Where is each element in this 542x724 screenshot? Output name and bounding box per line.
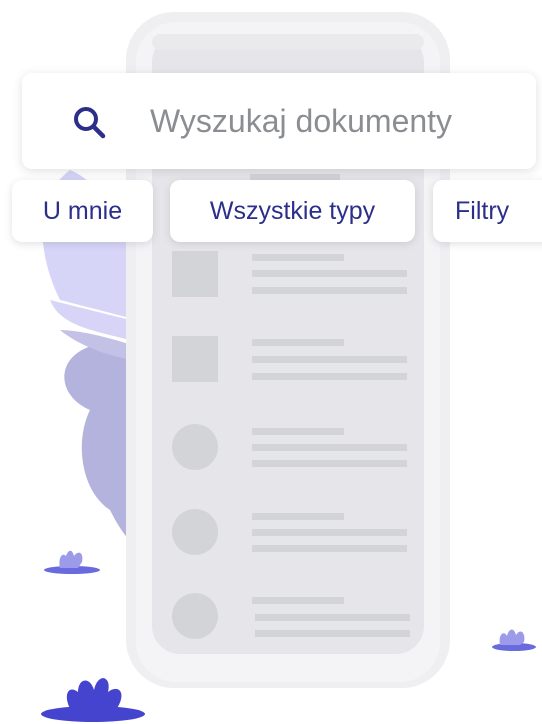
placeholder-thumbnail: [172, 336, 218, 382]
chip-filters-label: Filtry: [455, 196, 510, 225]
placeholder-line: [252, 339, 344, 346]
placeholder-line: [255, 614, 410, 621]
placeholder-avatar: [172, 593, 218, 639]
placeholder-avatar: [172, 424, 218, 470]
placeholder-thumbnail: [172, 251, 218, 297]
placeholder-line: [252, 513, 344, 520]
search-bar[interactable]: [22, 73, 536, 169]
chip-filters[interactable]: Filtry: [433, 180, 542, 242]
chip-all-types[interactable]: Wszystkie typy: [170, 180, 415, 242]
plant-leaves: [59, 550, 83, 568]
placeholder-avatar: [172, 509, 218, 555]
search-icon[interactable]: [70, 103, 110, 143]
search-screen: U mnie Wszystkie typy Filtry: [0, 0, 542, 724]
placeholder-line: [252, 356, 407, 363]
phone-status-strip: [152, 34, 424, 50]
search-input[interactable]: [150, 93, 520, 149]
blob-dark: [64, 345, 135, 545]
plant-decoration-right: [492, 629, 536, 651]
chip-mine[interactable]: U mnie: [12, 180, 153, 242]
placeholder-line: [255, 630, 410, 637]
placeholder-line: [252, 529, 407, 536]
chip-mine-label: U mnie: [42, 196, 123, 225]
placeholder-line: [252, 428, 344, 435]
placeholder-line: [252, 597, 344, 604]
plant-leaves: [499, 629, 525, 645]
placeholder-line: [252, 254, 344, 261]
placeholder-line: [252, 444, 407, 451]
placeholder-line: [252, 545, 407, 552]
placeholder-line: [252, 270, 407, 277]
placeholder-line: [252, 287, 407, 294]
placeholder-line: [252, 373, 407, 380]
plant-decoration-left: [44, 550, 100, 574]
plant-decoration-bottom: [41, 678, 145, 722]
placeholder-line: [252, 460, 407, 467]
plant-leaves: [66, 678, 122, 712]
chip-all-types-label: Wszystkie typy: [209, 196, 376, 225]
